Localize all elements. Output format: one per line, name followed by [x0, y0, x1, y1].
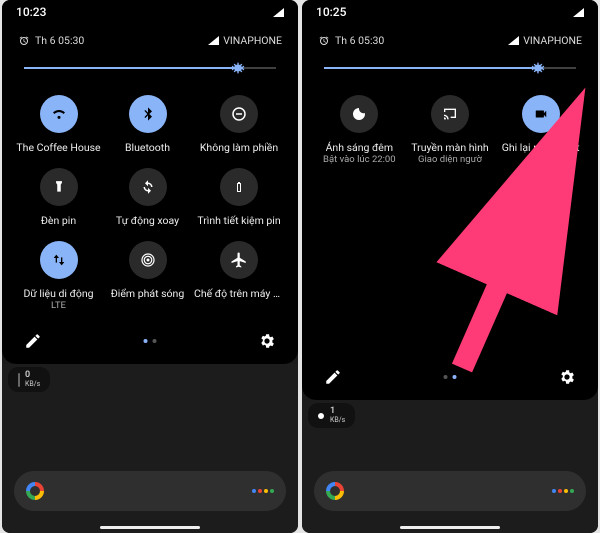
flashlight-icon	[40, 168, 78, 206]
status-bar: 10:25	[302, 0, 598, 24]
phone-left: 10:23 Th 6 05:30 VINAPHONE	[2, 0, 298, 533]
brightness-slider[interactable]	[24, 59, 276, 77]
autorotate-icon	[129, 168, 167, 206]
tile-label: Đèn pin	[41, 214, 76, 227]
alarm-icon	[18, 35, 30, 47]
tile-label: Không làm phiền	[200, 141, 278, 154]
tile-label: Ánh sáng đêm	[326, 141, 394, 154]
alarm-icon	[318, 35, 330, 47]
status-bar: 10:23	[2, 0, 298, 24]
status-time: 10:23	[16, 5, 46, 19]
camera-record-icon	[522, 95, 560, 133]
phone-right: 10:25 Th 6 05:30 VINAPHONE	[302, 0, 598, 533]
quick-settings-panel: Th 6 05:30 VINAPHONE	[302, 24, 598, 400]
wifi-icon	[40, 95, 78, 133]
tile-sublabel: Dừng	[529, 154, 552, 166]
moon-icon	[340, 95, 378, 133]
signal-icon	[273, 8, 284, 17]
page-indicator	[444, 375, 457, 379]
edit-button[interactable]	[22, 330, 44, 352]
mobile-data-icon	[40, 241, 78, 279]
search-bar[interactable]	[14, 471, 286, 511]
background-area: 1 KB/s	[302, 400, 598, 533]
dnd-icon	[220, 95, 258, 133]
tile-label: Truyền màn hình	[411, 141, 488, 154]
page-indicator	[144, 339, 157, 343]
bluetooth-icon	[129, 95, 167, 133]
tile-battery-saver[interactable]: Trình tiết kiệm pin	[194, 168, 284, 227]
signal-icon	[573, 8, 584, 17]
nav-handle[interactable]	[100, 526, 200, 529]
assistant-icon	[552, 489, 574, 493]
tile-label: The Coffee House	[16, 141, 100, 154]
airplane-icon	[220, 241, 258, 279]
network-speed-chip: 1 KB/s	[308, 403, 355, 428]
assistant-icon	[252, 489, 274, 493]
status-time: 10:25	[316, 5, 346, 19]
tile-sublabel: LTE	[51, 300, 66, 312]
tile-flashlight[interactable]: Đèn pin	[16, 168, 101, 227]
hotspot-icon	[129, 241, 167, 279]
carrier-label: VINAPHONE	[223, 34, 282, 47]
background-area: 0 KB/s	[2, 364, 298, 533]
tile-sublabel: Bật vào lúc 22:00	[323, 154, 396, 166]
tiles-grid: The Coffee House Bluetooth Không làm phi…	[16, 91, 284, 320]
alarm-text: Th 6 05:30	[335, 34, 384, 47]
tile-label: Dữ liệu di động	[23, 287, 93, 300]
settings-button[interactable]	[556, 366, 578, 388]
tile-wifi[interactable]: The Coffee House	[16, 95, 101, 154]
google-logo-icon	[26, 482, 44, 500]
brightness-thumb-icon[interactable]	[529, 59, 547, 77]
tile-label: Chế độ trên máy bay	[194, 287, 284, 300]
tile-bluetooth[interactable]: Bluetooth	[105, 95, 190, 154]
tile-dnd[interactable]: Không làm phiền	[194, 95, 284, 154]
tile-mobile-data[interactable]: Dữ liệu di động LTE	[16, 241, 101, 312]
quick-settings-panel: Th 6 05:30 VINAPHONE	[2, 24, 298, 364]
edit-button[interactable]	[322, 366, 344, 388]
tile-night-light[interactable]: Ánh sáng đêm Bật vào lúc 22:00	[316, 95, 403, 166]
tile-label: Trình tiết kiệm pin	[197, 214, 280, 227]
tile-hotspot[interactable]: Điểm phát sóng	[105, 241, 190, 312]
alarm-text: Th 6 05:30	[35, 34, 84, 47]
brightness-thumb-icon[interactable]	[229, 59, 247, 77]
signal-icon	[508, 36, 519, 45]
tile-label: Tự động xoay	[116, 214, 179, 227]
tile-screen-record[interactable]: Ghi lại nội dung t Dừng	[497, 95, 584, 166]
nav-handle[interactable]	[400, 526, 500, 529]
search-bar[interactable]	[314, 471, 586, 511]
tile-sublabel: Giao diện ngườ	[418, 154, 482, 166]
tile-label: Điểm phát sóng	[111, 287, 185, 300]
tile-label: Bluetooth	[125, 141, 170, 154]
tile-cast[interactable]: Truyền màn hình Giao diện ngườ	[407, 95, 494, 166]
tiles-grid: Ánh sáng đêm Bật vào lúc 22:00 Truyền mà…	[316, 91, 584, 356]
tile-airplane[interactable]: Chế độ trên máy bay	[194, 241, 284, 312]
tile-autorotate[interactable]: Tự động xoay	[105, 168, 190, 227]
google-logo-icon	[326, 482, 344, 500]
carrier-label: VINAPHONE	[523, 34, 582, 47]
battery-icon	[220, 168, 258, 206]
settings-button[interactable]	[256, 330, 278, 352]
signal-icon	[208, 36, 219, 45]
cast-icon	[431, 95, 469, 133]
tile-label: Ghi lại nội dung t	[502, 141, 580, 154]
network-speed-chip: 0 KB/s	[8, 367, 50, 392]
brightness-slider[interactable]	[324, 59, 576, 77]
